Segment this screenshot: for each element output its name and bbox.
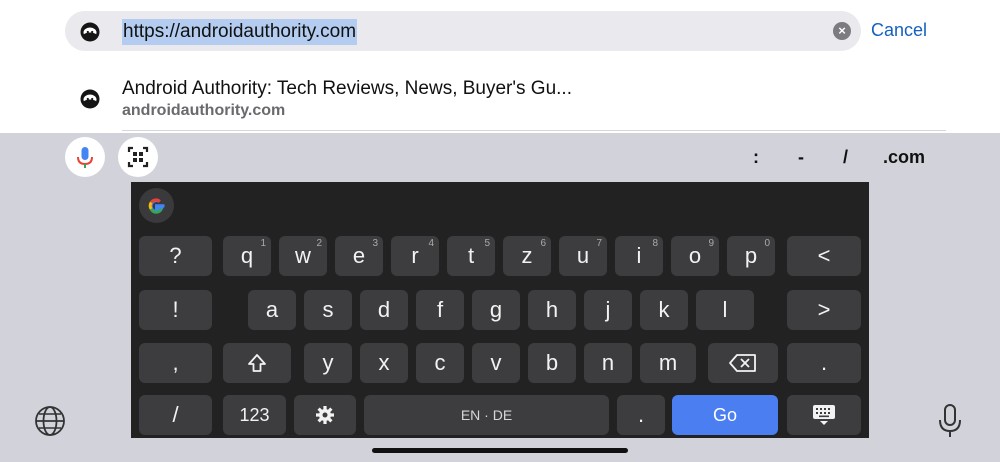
- key-go[interactable]: Go: [672, 395, 778, 435]
- google-g-icon: [148, 198, 165, 214]
- voice-search-button[interactable]: [65, 137, 105, 177]
- key-m[interactable]: m: [640, 343, 696, 383]
- key-b[interactable]: b: [528, 343, 576, 383]
- key-o[interactable]: o9: [671, 236, 719, 276]
- site-favicon-icon: [80, 22, 100, 42]
- shortcut-dash[interactable]: -: [798, 147, 804, 168]
- key-g[interactable]: g: [472, 290, 520, 330]
- clear-url-icon[interactable]: ×: [833, 22, 851, 40]
- suggestion-favicon-icon: [80, 89, 100, 109]
- key-e[interactable]: e3: [335, 236, 383, 276]
- suggestion-url: androidauthority.com: [122, 102, 286, 119]
- shortcut-dotcom[interactable]: .com: [883, 147, 925, 168]
- key-w[interactable]: w2: [279, 236, 327, 276]
- key-backspace[interactable]: [708, 343, 778, 383]
- backspace-icon: [729, 354, 756, 372]
- key-period-right[interactable]: .: [787, 343, 861, 383]
- suggestion-title[interactable]: Android Authority: Tech Reviews, News, B…: [122, 78, 572, 100]
- globe-icon[interactable]: [34, 405, 66, 437]
- key-space[interactable]: EN · DE: [364, 395, 609, 435]
- key-j[interactable]: j: [584, 290, 632, 330]
- key-z[interactable]: z6: [503, 236, 551, 276]
- key-h[interactable]: h: [528, 290, 576, 330]
- key-comma[interactable]: ,: [139, 343, 212, 383]
- keyboard-hide-icon: [813, 405, 835, 425]
- key-t[interactable]: t5: [447, 236, 495, 276]
- suggestion-divider: [122, 130, 946, 131]
- home-indicator[interactable]: [372, 448, 628, 453]
- key-period[interactable]: .: [617, 395, 665, 435]
- shortcut-slash[interactable]: /: [843, 147, 848, 168]
- key-numbers[interactable]: 123: [223, 395, 286, 435]
- key-shift[interactable]: [223, 343, 291, 383]
- key-settings[interactable]: [294, 395, 356, 435]
- key-v[interactable]: v: [472, 343, 520, 383]
- shift-icon: [248, 354, 266, 372]
- key-i[interactable]: i8: [615, 236, 663, 276]
- key-q[interactable]: q1: [223, 236, 271, 276]
- url-input[interactable]: https://androidauthority.com: [122, 19, 358, 45]
- key-k[interactable]: k: [640, 290, 688, 330]
- cancel-button[interactable]: Cancel: [871, 20, 927, 41]
- key-hide-keyboard[interactable]: [787, 395, 861, 435]
- scan-button[interactable]: [118, 137, 158, 177]
- key-y[interactable]: y: [304, 343, 352, 383]
- gear-icon: [316, 406, 334, 424]
- key-cursor-right[interactable]: >: [787, 290, 861, 330]
- key-d[interactable]: d: [360, 290, 408, 330]
- key-c[interactable]: c: [416, 343, 464, 383]
- microphone-icon: [77, 147, 93, 168]
- qr-scan-icon: [127, 146, 149, 168]
- key-question[interactable]: ?: [139, 236, 212, 276]
- key-p[interactable]: p0: [727, 236, 775, 276]
- key-exclamation[interactable]: !: [139, 290, 212, 330]
- key-f[interactable]: f: [416, 290, 464, 330]
- key-u[interactable]: u7: [559, 236, 607, 276]
- key-s[interactable]: s: [304, 290, 352, 330]
- key-cursor-left[interactable]: <: [787, 236, 861, 276]
- key-l[interactable]: l: [696, 290, 754, 330]
- key-x[interactable]: x: [360, 343, 408, 383]
- key-r[interactable]: r4: [391, 236, 439, 276]
- shortcut-colon[interactable]: :: [753, 147, 759, 168]
- key-n[interactable]: n: [584, 343, 632, 383]
- google-menu-button[interactable]: [139, 188, 174, 223]
- key-slash[interactable]: /: [139, 395, 212, 435]
- dictation-microphone-icon[interactable]: [936, 403, 964, 439]
- key-a[interactable]: a: [248, 290, 296, 330]
